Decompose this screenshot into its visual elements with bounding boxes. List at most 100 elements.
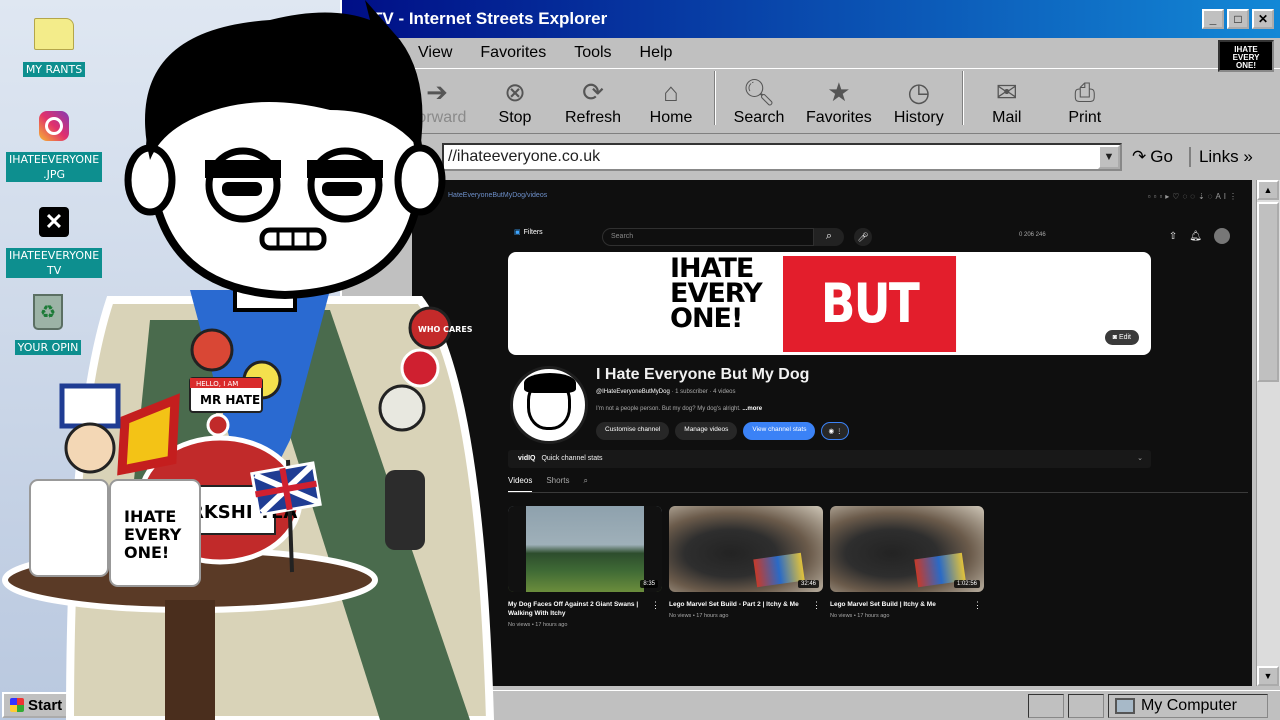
more-options-icon[interactable]: ⋮ [651, 600, 660, 611]
channel-buttons: Customise channel Manage videos View cha… [596, 422, 850, 440]
vertical-scrollbar[interactable]: ▲ ▼ [1256, 180, 1280, 686]
menu-help[interactable]: Help [640, 44, 673, 62]
search-icon[interactable]: ⌕ [814, 228, 844, 246]
scroll-thumb[interactable] [1257, 202, 1279, 382]
video-card[interactable]: 1:02:56 Lego Marvel Set Build | Itchy & … [830, 506, 984, 619]
computer-icon [1114, 697, 1135, 714]
folder-icon [34, 14, 74, 54]
go-button[interactable]: ↷ Go [1132, 147, 1173, 167]
search-button[interactable]: 🔍︎ Search [728, 75, 790, 127]
recycle-bin[interactable]: ♻ YOUR OPIN [0, 292, 96, 356]
print-button[interactable]: ⎙ Print [1054, 75, 1116, 127]
my-rants-folder[interactable]: MY RANTS [6, 14, 102, 78]
tab-divider [508, 492, 1248, 493]
more-options-icon[interactable]: ⋮ [812, 600, 821, 611]
x-shortcut[interactable]: ✕ IHATEEVERYONE TV [6, 202, 103, 279]
menu-view[interactable]: View [418, 44, 452, 62]
more-options-icon[interactable]: ⋮ [973, 600, 982, 611]
scroll-down-button[interactable]: ▼ [1257, 666, 1279, 686]
customise-channel-button[interactable]: Customise channel [596, 422, 670, 440]
desktop-icon-label: YOUR OPIN [14, 340, 82, 355]
maximize-button[interactable]: □ [1227, 9, 1249, 29]
toolbar: ➔ Forward ⊗ Stop ⟳ Refresh ⌂ Home 🔍︎ Search ★… [342, 68, 1280, 134]
video-title[interactable]: Lego Marvel Set Build - Part 2 | Itchy &… [669, 600, 807, 609]
avatar[interactable] [1214, 228, 1230, 244]
x-logo-icon: ✕ [34, 202, 74, 242]
video-meta: No views • 17 hours ago [830, 613, 890, 619]
manage-videos-button[interactable]: Manage videos [675, 422, 738, 440]
video-meta: No views • 17 hours ago [669, 613, 729, 619]
page-url: HateEveryoneButMyDog/videos [448, 192, 548, 199]
instagram-shortcut[interactable]: IHATEEVERYONE .JPG [6, 106, 103, 183]
start-button[interactable]: Start [2, 692, 70, 718]
zone-indicator: My Computer [1107, 693, 1268, 718]
cartoon-face-icon [524, 373, 576, 430]
browser-window: TV - Internet Streets Explorer _ □ ✕ Vie… [340, 0, 1280, 720]
status-bar: My Computer [342, 690, 1280, 720]
tab-shorts[interactable]: Shorts [546, 476, 569, 493]
search-icon[interactable]: ⌕ [583, 476, 587, 493]
menu-tools[interactable]: Tools [574, 44, 611, 62]
video-thumbnail[interactable]: 8:35 [508, 506, 662, 592]
scroll-up-button[interactable]: ▲ [1257, 180, 1279, 200]
toolbar-separator [961, 71, 964, 125]
history-button[interactable]: ◷ History [888, 75, 950, 127]
video-title[interactable]: Lego Marvel Set Build | Itchy & Me [830, 600, 968, 609]
recycle-bin-icon: ♻ [28, 292, 68, 332]
video-meta: No views • 17 hours ago [508, 622, 568, 628]
video-card[interactable]: 32:46 Lego Marvel Set Build - Part 2 | I… [669, 506, 823, 619]
channel-handle: @IHateEveryoneButMyDog · 1 subscriber · … [596, 389, 736, 395]
extension-icons: ▫▫▫▸♡◌◌⇣◌AI⋮ [1147, 192, 1240, 201]
header-actions: ⇧ 🔔︎ [1169, 228, 1230, 244]
tab-videos[interactable]: Videos [508, 476, 533, 493]
menu-favorites[interactable]: Favorites [480, 44, 546, 62]
forward-button[interactable]: ➔ Forward [406, 75, 468, 127]
vidiq-bar[interactable]: vidIQ Quick channel stats ⌄ [508, 450, 1151, 468]
refresh-button[interactable]: ⟳ Refresh [562, 75, 624, 127]
channel-avatar[interactable] [510, 366, 588, 444]
stop-icon: ⊗ [504, 77, 526, 107]
vidiq-logo: vidIQ [518, 455, 536, 462]
home-button[interactable]: ⌂ Home [640, 75, 702, 127]
video-duration: 8:35 [640, 580, 658, 588]
status-cell [1027, 693, 1064, 718]
address-dropdown-button[interactable]: ▼ [1098, 145, 1120, 169]
windows-logo-icon [10, 698, 24, 712]
links-button[interactable]: Links » [1188, 147, 1253, 167]
stop-button[interactable]: ⊗ Stop [484, 75, 546, 127]
toolbar-separator [714, 71, 716, 125]
vidiq-menu-icon[interactable]: ◉ ⋮ [821, 422, 850, 440]
youtube-search-input[interactable]: Search [602, 228, 814, 246]
mail-icon: ✉ [995, 77, 1018, 107]
history-icon: ◷ [907, 77, 931, 107]
video-duration: 1:02:56 [953, 580, 980, 588]
menu-bar: View Favorites Tools Help [342, 38, 1280, 68]
top-stats: 0 206 246 [1019, 232, 1046, 238]
close-button[interactable]: ✕ [1252, 9, 1274, 29]
channel-tabs: Videos Shorts ⌕ [508, 476, 588, 493]
video-card[interactable]: 8:35 My Dog Faces Off Against 2 Giant Sw… [508, 506, 662, 628]
page-viewport[interactable]: HateEveryoneButMyDog/videos ▫▫▫▸♡◌◌⇣◌AI⋮… [412, 180, 1252, 686]
channel-description[interactable]: I'm not a people person. But my dog? My … [596, 406, 762, 412]
upload-icon[interactable]: ⇧ [1169, 231, 1177, 242]
notifications-icon[interactable]: 🔔︎ [1189, 231, 1202, 242]
video-title[interactable]: My Dog Faces Off Against 2 Giant Swans |… [508, 600, 646, 618]
filters-button[interactable]: ▣ Filters [514, 228, 543, 237]
chevron-down-icon: ⌄ [1137, 455, 1143, 462]
desktop-icon-label: MY RANTS [22, 62, 86, 77]
channel-name: I Hate Everyone But My Dog [596, 366, 810, 383]
forward-arrow-icon: ➔ [426, 77, 448, 107]
video-thumbnail[interactable]: 1:02:56 [830, 506, 984, 592]
title-bar[interactable]: TV - Internet Streets Explorer _ □ ✕ [342, 0, 1280, 38]
favorites-button[interactable]: ★ Favorites [806, 75, 872, 127]
view-channel-stats-button[interactable]: View channel stats [743, 422, 816, 440]
video-thumbnail[interactable]: 32:46 [669, 506, 823, 592]
printer-icon: ⎙ [1074, 77, 1096, 107]
microphone-icon[interactable]: 🎤︎ [854, 228, 872, 246]
mail-button[interactable]: ✉ Mail [976, 75, 1038, 127]
minimize-button[interactable]: _ [1202, 9, 1224, 29]
desktop-icon-label: IHATEEVERYONE TV [6, 248, 103, 278]
video-duration: 32:46 [797, 580, 819, 588]
edit-banner-button[interactable]: ◙ Edit [1104, 330, 1139, 345]
address-input[interactable]: //ihateeveryone.co.uk ▼ [442, 143, 1122, 171]
